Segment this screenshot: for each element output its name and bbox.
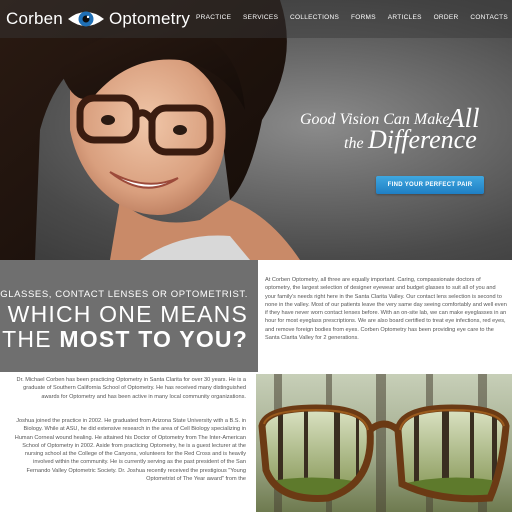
find-perfect-pair-button[interactable]: FIND YOUR PERFECT PAIR [376, 176, 484, 194]
hero-banner: Corben Optometry PRACTICE SERVICES COLLE… [0, 0, 512, 260]
question-heading-line1: WHICH ONE MEANS [7, 301, 248, 327]
forest-glasses-image [256, 374, 512, 512]
question-panel: EYEGLASSES, CONTACT LENSES OR OPTOMETRIS… [0, 260, 258, 372]
top-navbar: Corben Optometry PRACTICE SERVICES COLLE… [0, 0, 512, 38]
nav-order[interactable]: ORDER [434, 14, 459, 21]
question-subheading: EYEGLASSES, CONTACT LENSES OR OPTOMETRIS… [0, 289, 248, 300]
nav-articles[interactable]: ARTICLES [388, 14, 422, 21]
eye-icon [67, 11, 104, 27]
question-heading-line2: THE MOST TO YOU? [2, 326, 248, 353]
question-heading-emphasis: MOST TO YOU? [59, 326, 248, 352]
tagline-emphasis-difference: Difference [368, 125, 477, 154]
nav-contacts[interactable]: CONTACTS [470, 14, 508, 21]
nav-practice[interactable]: PRACTICE [196, 14, 231, 21]
brand-logo[interactable]: Corben Optometry [6, 7, 190, 31]
doctor-bio-section: Dr. Michael Corben has been practicing O… [0, 372, 256, 512]
hero-portrait-image [0, 0, 300, 260]
question-heading-prefix: THE [2, 326, 60, 352]
nav-services[interactable]: SERVICES [243, 14, 278, 21]
nav-forms[interactable]: FORMS [351, 14, 376, 21]
nav-collections[interactable]: COLLECTIONS [290, 14, 339, 21]
brand-name-right: Optometry [108, 9, 191, 28]
bio-paragraph-michael: Dr. Michael Corben has been practicing O… [16, 377, 246, 400]
intro-paragraph: At Corben Optometry, all three are equal… [265, 277, 507, 342]
bio-paragraph-joshua: Joshua joined the practice in 2002. He g… [14, 418, 246, 483]
brand-name-left: Corben [6, 9, 63, 28]
main-nav: PRACTICE SERVICES COLLECTIONS FORMS ARTI… [196, 14, 508, 21]
tagline-line2: the [344, 135, 364, 152]
